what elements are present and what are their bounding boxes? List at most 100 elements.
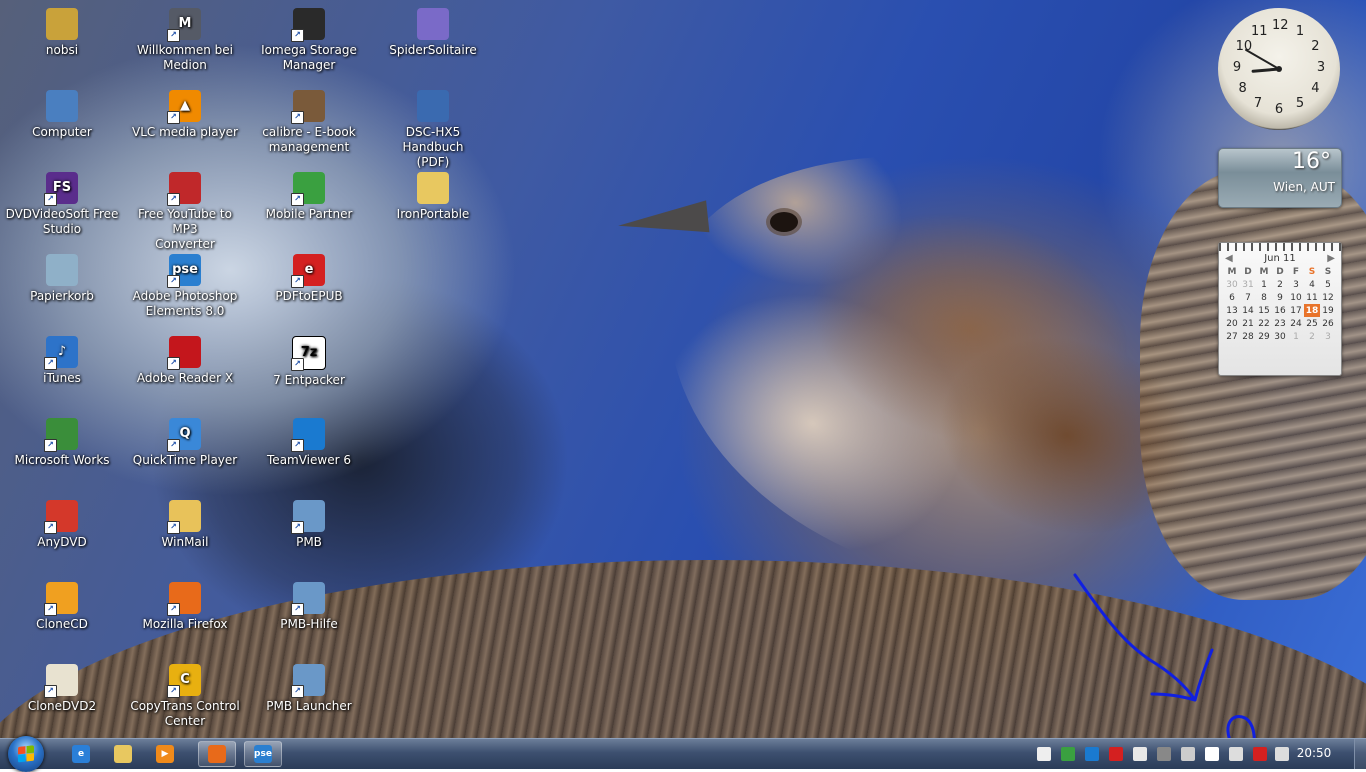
teamviewer-tray-icon[interactable] <box>1085 747 1099 761</box>
calendar-day[interactable]: 8 <box>1256 291 1272 304</box>
desktop-icon[interactable]: FS ↗ DVDVideoSoft Free Studio <box>1 168 123 248</box>
desktop-icon[interactable]: ♪ ↗ iTunes <box>1 332 123 412</box>
calendar-day[interactable]: 7 <box>1240 291 1256 304</box>
device-icon[interactable] <box>1157 747 1171 761</box>
calendar-day[interactable]: 1 <box>1288 330 1304 343</box>
calendar-day[interactable]: 18 <box>1304 304 1320 317</box>
taskbar-app-button[interactable]: ▶ <box>146 741 184 767</box>
taskbar-app-button[interactable] <box>198 741 236 767</box>
calendar-day[interactable]: 27 <box>1224 330 1240 343</box>
desktop-icon[interactable]: ↗ calibre - E-book management <box>248 86 370 166</box>
calendar-month-label[interactable]: Jun 11 <box>1264 253 1296 264</box>
taskbar-clock[interactable]: 20:50 <box>1292 746 1336 760</box>
desktop-icon[interactable]: pse ↗ Adobe Photoshop Elements 8.0 <box>124 250 246 330</box>
calendar-day[interactable]: 14 <box>1240 304 1256 317</box>
pmb-icon: ↗ <box>291 500 325 534</box>
weather-temperature: 16° <box>1292 149 1331 174</box>
iomega-icon: ↗ <box>291 8 325 42</box>
calendar-day[interactable]: 4 <box>1304 278 1320 291</box>
calendar-day[interactable]: 3 <box>1288 278 1304 291</box>
desktop-icon[interactable]: Q ↗ QuickTime Player <box>124 414 246 494</box>
desktop-icon[interactable]: e ↗ PDFtoEPUB <box>248 250 370 330</box>
clock-gadget[interactable]: 12 1 2 3 4 5 6 7 8 9 10 11 <box>1218 8 1340 130</box>
clock-number: 5 <box>1295 96 1305 112</box>
network-monitor-icon[interactable] <box>1061 747 1075 761</box>
calendar-day[interactable]: 19 <box>1320 304 1336 317</box>
desktop-icon[interactable]: Computer <box>1 86 123 166</box>
calendar-day[interactable]: 1 <box>1256 278 1272 291</box>
desktop-icon[interactable]: M ↗ Willkommen bei Medion <box>124 4 246 84</box>
calendar-day[interactable]: 24 <box>1288 317 1304 330</box>
desktop-icon[interactable]: ↗ Mozilla Firefox <box>124 578 246 658</box>
calendar-day[interactable]: 30 <box>1224 278 1240 291</box>
itunes-icon: ♪ ↗ <box>44 336 78 370</box>
calendar-day[interactable]: 31 <box>1240 278 1256 291</box>
calendar-day[interactable]: 2 <box>1304 330 1320 343</box>
desktop-background[interactable]: nobsi Computer FS ↗ DVDVideoSoft Free Studio P… <box>0 0 1366 738</box>
monitor-icon[interactable] <box>1181 747 1195 761</box>
calendar-day[interactable]: 25 <box>1304 317 1320 330</box>
show-desktop-button[interactable] <box>1354 739 1366 769</box>
camera-icon[interactable] <box>1037 747 1051 761</box>
calendar-day[interactable]: 13 <box>1224 304 1240 317</box>
calendar-day[interactable]: 17 <box>1288 304 1304 317</box>
desktop-icon[interactable]: ↗ AnyDVD <box>1 496 123 576</box>
antivirus-icon[interactable] <box>1133 747 1147 761</box>
calendar-day[interactable]: 28 <box>1240 330 1256 343</box>
desktop-icon[interactable]: ↗ TeamViewer 6 <box>248 414 370 494</box>
desktop-icon[interactable]: ▲ ↗ VLC media player <box>124 86 246 166</box>
calendar-day[interactable]: 30 <box>1272 330 1288 343</box>
desktop-icon[interactable]: ↗ PMB Launcher <box>248 660 370 738</box>
weather-gadget[interactable]: 16° Wien, AUT <box>1218 148 1342 208</box>
calendar-gadget[interactable]: ◀ Jun 11 ▶ M D M D F S S 30 31 1 2 3 4 5 6 7 8 9 10 11 12 13 1… <box>1218 242 1342 376</box>
desktop-icon[interactable]: 7z ↗ 7 Entpacker <box>248 332 370 412</box>
adobe-tray-icon[interactable] <box>1109 747 1123 761</box>
volume-icon[interactable] <box>1275 747 1289 761</box>
taskbar-app-button[interactable]: e <box>62 741 100 767</box>
desktop-icon[interactable]: SpiderSolitaire <box>372 4 494 84</box>
calendar-day[interactable]: 29 <box>1256 330 1272 343</box>
desktop-icon[interactable]: C ↗ CopyTrans Control Center <box>124 660 246 738</box>
firefox-taskbar-icon <box>208 745 226 763</box>
desktop-icon[interactable]: ↗ Microsoft Works <box>1 414 123 494</box>
desktop-icon[interactable]: Papierkorb <box>1 250 123 330</box>
calendar-day[interactable]: 12 <box>1320 291 1336 304</box>
calendar-day[interactable]: 15 <box>1256 304 1272 317</box>
action-center-flag-icon[interactable] <box>1205 747 1219 761</box>
desktop-icon[interactable]: ↗ Mobile Partner <box>248 168 370 248</box>
desktop-icon[interactable]: nobsi <box>1 4 123 84</box>
calendar-day[interactable]: 23 <box>1272 317 1288 330</box>
calendar-day[interactable]: 26 <box>1320 317 1336 330</box>
desktop-icon[interactable]: ↗ PMB <box>248 496 370 576</box>
calendar-day[interactable]: 20 <box>1224 317 1240 330</box>
calendar-prev-button[interactable]: ◀ <box>1225 253 1233 264</box>
desktop-icon[interactable]: DSC-HX5 Handbuch (PDF) <box>372 86 494 169</box>
calendar-day[interactable]: 16 <box>1272 304 1288 317</box>
desktop-icon[interactable]: ↗ CloneCD <box>1 578 123 658</box>
safely-remove-icon[interactable] <box>1229 747 1243 761</box>
desktop-icon[interactable]: ↗ CloneDVD2 <box>1 660 123 738</box>
desktop-icon-label: CopyTrans Control <box>130 699 240 713</box>
calendar-day[interactable]: 3 <box>1320 330 1336 343</box>
desktop-icon[interactable]: IronPortable <box>372 168 494 248</box>
taskbar-app-button[interactable]: pse <box>244 741 282 767</box>
desktop-icon[interactable]: ↗ PMB-Hilfe <box>248 578 370 658</box>
desktop-icon[interactable]: ↗ Iomega Storage Manager <box>248 4 370 84</box>
desktop-icon-label: Mobile Partner <box>265 207 353 221</box>
calendar-next-button[interactable]: ▶ <box>1327 253 1335 264</box>
network-disconnected-icon[interactable] <box>1253 747 1267 761</box>
desktop-icon[interactable]: ↗ Adobe Reader X <box>124 332 246 412</box>
calendar-day[interactable]: 6 <box>1224 291 1240 304</box>
calendar-day[interactable]: 21 <box>1240 317 1256 330</box>
calendar-day[interactable]: 2 <box>1272 278 1288 291</box>
start-button[interactable] <box>8 736 44 772</box>
calendar-day[interactable]: 5 <box>1320 278 1336 291</box>
quicktime-icon: Q ↗ <box>167 418 201 452</box>
calendar-day[interactable]: 10 <box>1288 291 1304 304</box>
desktop-icon[interactable]: ↗ WinMail <box>124 496 246 576</box>
desktop-icon[interactable]: ↗ Free YouTube to MP3 Converter <box>124 168 246 251</box>
calendar-day[interactable]: 11 <box>1304 291 1320 304</box>
calendar-day[interactable]: 22 <box>1256 317 1272 330</box>
calendar-day[interactable]: 9 <box>1272 291 1288 304</box>
taskbar-app-button[interactable] <box>104 741 142 767</box>
